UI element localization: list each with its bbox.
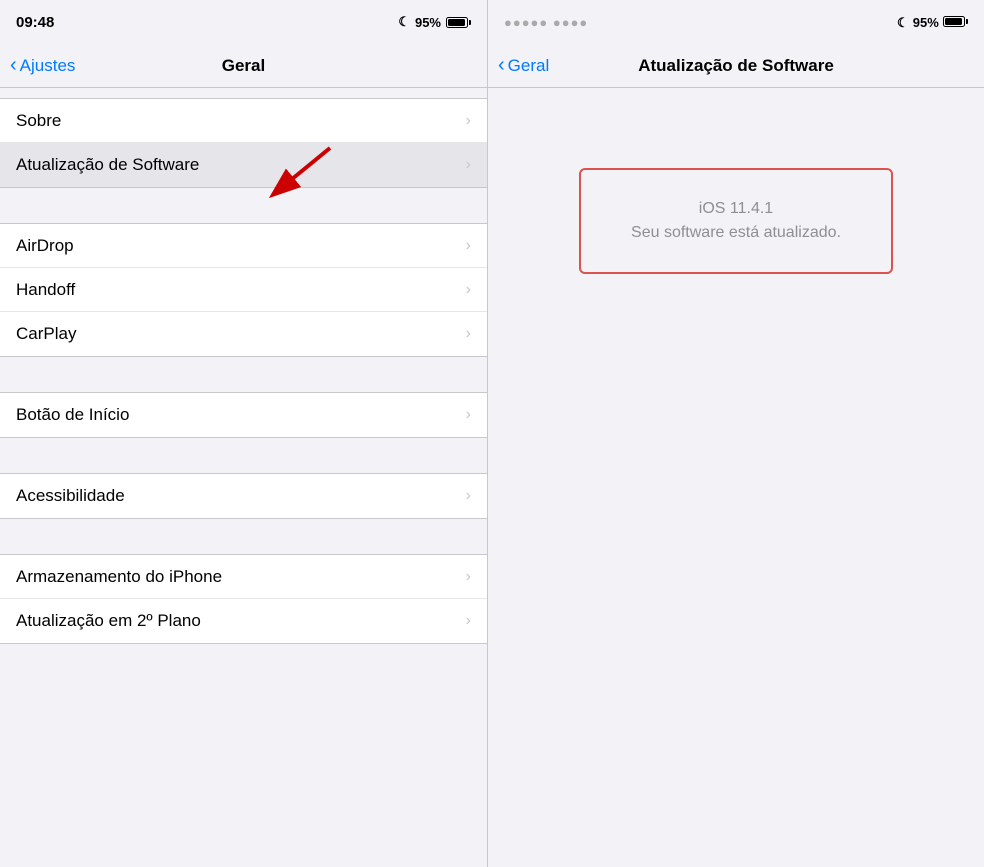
row-airdrop[interactable]: AirDrop › xyxy=(0,224,487,268)
row-acessibilidade-label: Acessibilidade xyxy=(16,486,125,506)
battery-icon-left xyxy=(446,17,471,28)
right-blurred-text: ●●●●● ●●●● xyxy=(504,15,588,30)
update-status-text: Seu software está atualizado. xyxy=(631,224,841,242)
left-nav-title: Geral xyxy=(222,56,265,76)
chevron-sobre: › xyxy=(466,112,471,130)
chevron-atualizacao-plano: › xyxy=(466,612,471,630)
right-panel: ●●●●● ●●●● ☾ 95% ‹ Geral Atualização de … xyxy=(488,0,984,867)
left-nav-bar: ‹ Ajustes Geral xyxy=(0,44,487,88)
spacer-4 xyxy=(0,519,487,554)
right-nav-title: Atualização de Software xyxy=(638,56,834,76)
row-armazenamento[interactable]: Armazenamento do iPhone › xyxy=(0,555,487,599)
row-atualizacao-label: Atualização de Software xyxy=(16,155,199,175)
row-sobre[interactable]: Sobre › xyxy=(0,99,487,143)
section-group-5: Armazenamento do iPhone › Atualização em… xyxy=(0,554,487,644)
spacer-5 xyxy=(0,644,487,679)
right-moon-icon: ☾ xyxy=(897,15,909,30)
section-group-2: AirDrop › Handoff › CarPlay › xyxy=(0,223,487,357)
chevron-armazenamento: › xyxy=(466,568,471,586)
row-handoff[interactable]: Handoff › xyxy=(0,268,487,312)
right-back-label: Geral xyxy=(508,56,550,76)
right-nav-bar: ‹ Geral Atualização de Software xyxy=(488,44,984,88)
left-status-bar: 09:48 ☾ 95% xyxy=(0,0,487,44)
section-group-3: Botão de Início › xyxy=(0,392,487,438)
spacer-top xyxy=(0,88,487,98)
right-status-icons: ☾ 95% xyxy=(897,14,968,31)
row-handoff-label: Handoff xyxy=(16,280,75,300)
chevron-carplay: › xyxy=(466,325,471,343)
section-group-4: Acessibilidade › xyxy=(0,473,487,519)
right-back-chevron-icon: ‹ xyxy=(498,54,505,77)
ios-version-text: iOS 11.4.1 xyxy=(631,200,841,218)
right-back-button[interactable]: ‹ Geral xyxy=(498,54,549,77)
chevron-handoff: › xyxy=(466,281,471,299)
battery-percent-left: 95% xyxy=(415,15,441,30)
left-panel: 09:48 ☾ 95% ‹ Ajustes Geral Sobre › At xyxy=(0,0,488,867)
row-armazenamento-label: Armazenamento do iPhone xyxy=(16,567,222,587)
left-status-icons: ☾ 95% xyxy=(398,14,471,30)
right-battery-icon xyxy=(943,16,968,27)
spacer-1 xyxy=(0,188,487,223)
row-botao-inicio[interactable]: Botão de Início › xyxy=(0,393,487,437)
right-battery-percent: 95% xyxy=(913,15,939,30)
row-sobre-label: Sobre xyxy=(16,111,61,131)
row-airdrop-label: AirDrop xyxy=(16,236,74,256)
right-status-bar: ●●●●● ●●●● ☾ 95% xyxy=(488,0,984,44)
right-content: iOS 11.4.1 Seu software está atualizado. xyxy=(488,88,984,867)
row-atualizacao-plano[interactable]: Atualização em 2º Plano › xyxy=(0,599,487,643)
chevron-atualizacao: › xyxy=(466,156,471,174)
left-back-label: Ajustes xyxy=(20,56,76,76)
row-botao-inicio-label: Botão de Início xyxy=(16,405,129,425)
chevron-botao-inicio: › xyxy=(466,406,471,424)
row-atualizacao[interactable]: Atualização de Software › xyxy=(0,143,487,187)
row-carplay[interactable]: CarPlay › xyxy=(0,312,487,356)
chevron-acessibilidade: › xyxy=(466,487,471,505)
spacer-3 xyxy=(0,438,487,473)
back-chevron-icon: ‹ xyxy=(10,54,17,77)
update-info-box: iOS 11.4.1 Seu software está atualizado. xyxy=(579,168,893,274)
row-acessibilidade[interactable]: Acessibilidade › xyxy=(0,474,487,518)
spacer-2 xyxy=(0,357,487,392)
chevron-airdrop: › xyxy=(466,237,471,255)
row-atualizacao-plano-label: Atualização em 2º Plano xyxy=(16,611,201,631)
section-group-1: Sobre › Atualização de Software › xyxy=(0,98,487,188)
left-back-button[interactable]: ‹ Ajustes xyxy=(10,54,75,77)
row-carplay-label: CarPlay xyxy=(16,324,76,344)
left-time: 09:48 xyxy=(16,14,54,31)
moon-icon: ☾ xyxy=(398,14,410,30)
left-settings-content: Sobre › Atualização de Software › xyxy=(0,88,487,867)
